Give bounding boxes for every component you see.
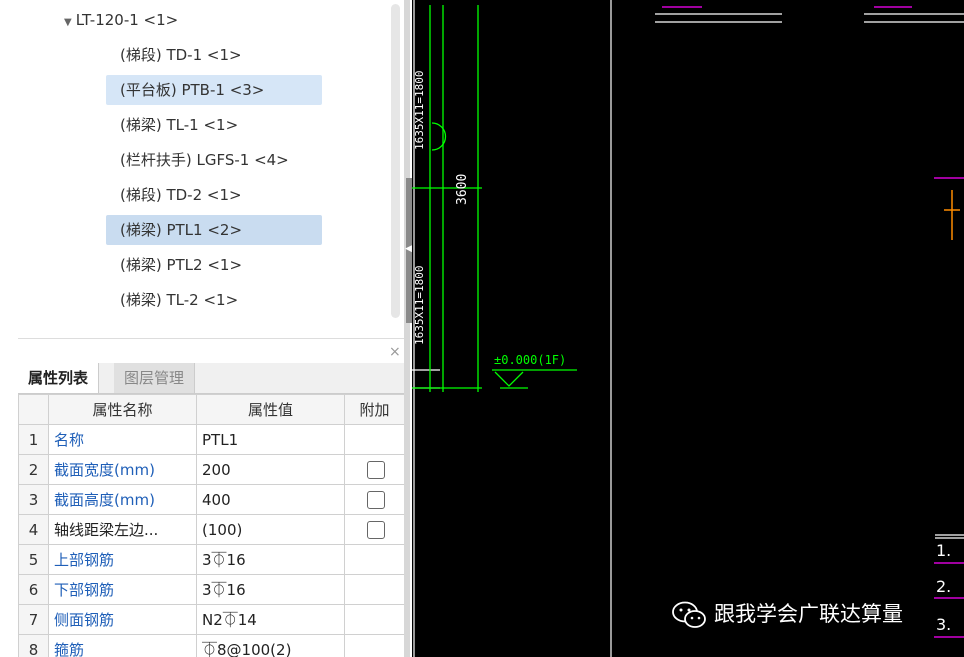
property-value[interactable]: 400 bbox=[196, 484, 345, 515]
row-index: 2 bbox=[18, 454, 49, 485]
table-row[interactable]: 6 下部钢筋 3⏁16 bbox=[18, 574, 405, 605]
attach-checkbox[interactable] bbox=[367, 490, 385, 509]
tree-item[interactable]: (梯梁) PTL2 <1> bbox=[120, 250, 242, 280]
watermark-text: 跟我学会广联达算量 bbox=[714, 602, 903, 626]
chevron-down-icon[interactable]: ▼ bbox=[64, 17, 72, 28]
cad-note-label: 2. bbox=[936, 577, 951, 596]
tree-item[interactable]: (梯段) TD-2 <1> bbox=[120, 180, 242, 210]
panel-tabs: 属性列表 图层管理 bbox=[18, 363, 406, 394]
attach-checkbox[interactable] bbox=[367, 520, 385, 539]
property-value[interactable]: N2⏁14 bbox=[196, 604, 345, 635]
attach-checkbox[interactable] bbox=[367, 460, 385, 479]
panel-splitter[interactable] bbox=[404, 0, 410, 657]
cad-elevation-symbol bbox=[494, 371, 524, 387]
cad-elevation-text: ±0.000(1F) bbox=[494, 353, 566, 367]
property-grid: 属性名称 属性值 附加 1 名称 PTL1 2 截面宽度(mm) 200 3 截… bbox=[18, 394, 406, 657]
tab-layer-management[interactable]: 图层管理 bbox=[114, 363, 196, 393]
property-name: 名称 bbox=[48, 424, 197, 455]
tree-item[interactable]: (梯梁) TL-2 <1> bbox=[120, 285, 238, 315]
cad-note-label: 1. bbox=[936, 541, 951, 560]
row-index: 5 bbox=[18, 544, 49, 575]
close-icon[interactable]: × bbox=[389, 344, 401, 360]
row-index: 3 bbox=[18, 484, 49, 515]
wechat-icon bbox=[672, 601, 706, 628]
divider bbox=[18, 338, 406, 339]
property-header-row: 属性名称 属性值 附加 bbox=[18, 394, 405, 425]
tree-item[interactable]: (梯梁) TL-1 <1> bbox=[120, 110, 238, 140]
tree-item-label: (梯梁) PTL1 <2> bbox=[120, 221, 243, 239]
tree-root-label: LT-120-1 <1> bbox=[75, 11, 179, 29]
property-value[interactable]: 3⏁16 bbox=[196, 544, 345, 575]
row-index: 4 bbox=[18, 514, 49, 545]
table-row[interactable]: 1 名称 PTL1 bbox=[18, 424, 405, 455]
property-value[interactable]: 200 bbox=[196, 454, 345, 485]
property-name: 下部钢筋 bbox=[48, 574, 197, 605]
property-name: 截面高度(mm) bbox=[48, 484, 197, 515]
row-index: 1 bbox=[18, 424, 49, 455]
row-index: 8 bbox=[18, 634, 49, 657]
table-row[interactable]: 8 箍筋 ⏁8@100(2) bbox=[18, 634, 405, 657]
attach-cell bbox=[344, 454, 405, 485]
table-row[interactable]: 7 侧面钢筋 N2⏁14 bbox=[18, 604, 405, 635]
left-panel: ▼ LT-120-1 <1> (梯段) TD-1 <1> (平台板) PTB-1 … bbox=[0, 0, 408, 657]
property-value[interactable]: 3⏁16 bbox=[196, 574, 345, 605]
row-index: 7 bbox=[18, 604, 49, 635]
tree-item-selected[interactable]: (梯梁) PTL1 <2> bbox=[106, 215, 322, 245]
header-property-value: 属性值 bbox=[196, 394, 345, 425]
attach-cell bbox=[344, 634, 405, 657]
row-index: 6 bbox=[18, 574, 49, 605]
tree-item-label: (梯梁) TL-1 <1> bbox=[120, 116, 239, 134]
header-property-name: 属性名称 bbox=[48, 394, 197, 425]
property-name: 箍筋 bbox=[48, 634, 197, 657]
tree-item[interactable]: (栏杆扶手) LGFS-1 <4> bbox=[120, 145, 289, 175]
tree-item-label: (梯梁) TL-2 <1> bbox=[120, 291, 239, 309]
attach-cell bbox=[344, 604, 405, 635]
chevron-left-icon[interactable]: ◀ bbox=[405, 244, 412, 254]
cad-dim-text: 1635X11=1800 bbox=[413, 266, 426, 345]
table-row[interactable]: 3 截面高度(mm) 400 bbox=[18, 484, 405, 515]
table-row[interactable]: 2 截面宽度(mm) 200 bbox=[18, 454, 405, 485]
tree-item-selected[interactable]: (平台板) PTB-1 <3> bbox=[106, 75, 322, 105]
tree-item-label: (梯段) TD-2 <1> bbox=[120, 186, 242, 204]
cad-canvas[interactable]: 1635X11=1800 1635X11=1800 3600 ±0.000(1F… bbox=[412, 0, 964, 657]
cad-note-label: 3. bbox=[936, 615, 951, 634]
watermark: 跟我学会广联达算量 bbox=[672, 597, 903, 631]
tree-item-label: (平台板) PTB-1 <3> bbox=[120, 81, 265, 99]
attach-cell bbox=[344, 484, 405, 515]
property-value[interactable]: PTL1 bbox=[196, 424, 345, 455]
property-name: 上部钢筋 bbox=[48, 544, 197, 575]
tab-property-list[interactable]: 属性列表 bbox=[18, 363, 100, 393]
tree-root-node[interactable]: ▼ LT-120-1 <1> bbox=[64, 5, 178, 35]
attach-cell bbox=[344, 514, 405, 545]
tree-item-label: (栏杆扶手) LGFS-1 <4> bbox=[120, 151, 289, 169]
property-name: 侧面钢筋 bbox=[48, 604, 197, 635]
property-name: 轴线距梁左边... bbox=[48, 514, 197, 545]
property-value[interactable]: ⏁8@100(2) bbox=[196, 634, 345, 657]
table-row[interactable]: 4 轴线距梁左边... (100) bbox=[18, 514, 405, 545]
component-tree: ▼ LT-120-1 <1> (梯段) TD-1 <1> (平台板) PTB-1 … bbox=[0, 0, 390, 320]
table-row[interactable]: 5 上部钢筋 3⏁16 bbox=[18, 544, 405, 575]
header-attach: 附加 bbox=[344, 394, 405, 425]
header-index bbox=[18, 394, 49, 425]
tree-item[interactable]: (梯段) TD-1 <1> bbox=[120, 40, 242, 70]
attach-cell bbox=[344, 574, 405, 605]
attach-cell bbox=[344, 544, 405, 575]
cad-drawing: 1635X11=1800 1635X11=1800 3600 ±0.000(1F… bbox=[412, 0, 964, 657]
tree-scrollbar[interactable] bbox=[391, 4, 400, 318]
tree-item-label: (梯梁) PTL2 <1> bbox=[120, 256, 243, 274]
cad-dim-text: 3600 bbox=[455, 174, 470, 205]
property-value[interactable]: (100) bbox=[196, 514, 345, 545]
cad-dim-text: 1635X11=1800 bbox=[413, 71, 426, 150]
property-name: 截面宽度(mm) bbox=[48, 454, 197, 485]
attach-cell bbox=[344, 424, 405, 455]
tree-item-label: (梯段) TD-1 <1> bbox=[120, 46, 242, 64]
